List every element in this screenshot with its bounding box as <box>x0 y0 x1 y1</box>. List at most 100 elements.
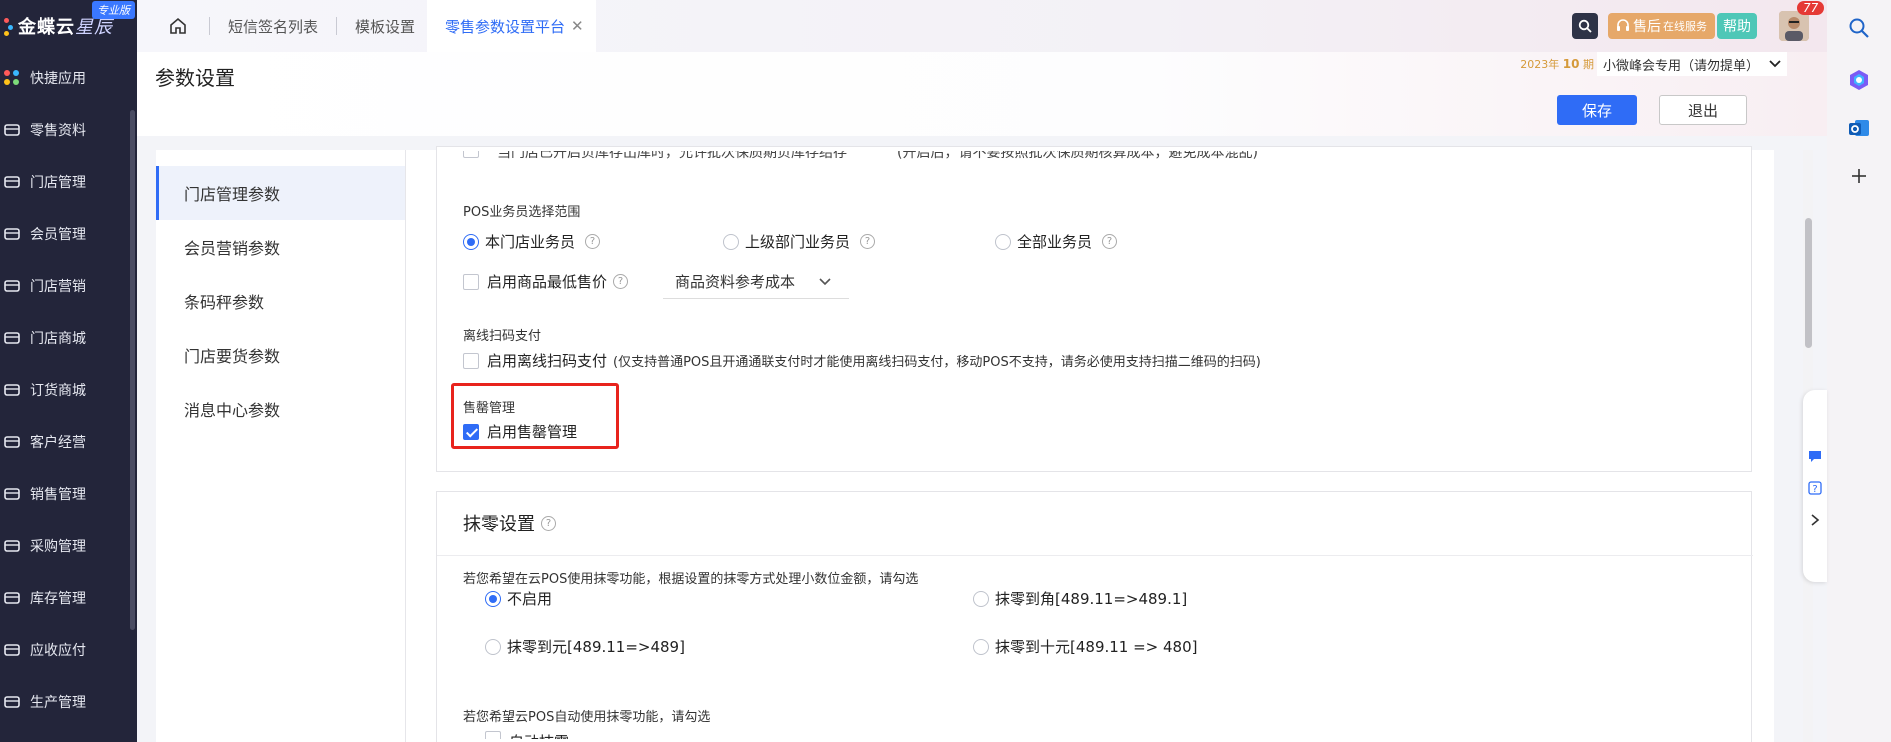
menu-member-marketing[interactable]: 会员营销参数 <box>156 220 405 274</box>
chat-tool[interactable] <box>1803 440 1827 472</box>
main-sidebar: 金蝶云星辰 专业版 快捷应用零售资料 门店管理会员管理门店营销门店商城订货商城客户… <box>0 0 137 742</box>
search-icon <box>1849 18 1869 38</box>
menu-barcode-scale[interactable]: 条码秤参数 <box>156 274 405 328</box>
tab-template-settings[interactable]: 模板设置 <box>351 0 419 52</box>
offline-pay-row: 启用离线扫码支付 (仅支持普通POS且开通通联支付时才能使用离线扫码支付，移动P… <box>463 350 1261 371</box>
basket-icon <box>2 120 22 140</box>
sidebar-item-label: 会员管理 <box>30 227 86 243</box>
offline-pay-checkbox[interactable] <box>463 352 479 369</box>
sidebar-item-1[interactable]: 零售资料 <box>0 104 137 156</box>
user-avatar[interactable] <box>1779 11 1809 41</box>
help-question-icon[interactable]: ? <box>585 234 601 249</box>
page-header: 参数设置 2023年 10 期 小微峰会专用（请勿提单） 保存 退出 <box>137 52 1827 136</box>
sidebar-item-5[interactable]: 门店商城 <box>0 312 137 364</box>
sidebar-item-2[interactable]: 门店管理 <box>0 156 137 208</box>
sidebar-item-3[interactable]: 会员管理 <box>0 208 137 260</box>
chevron-down-icon <box>819 277 831 285</box>
outlook-tool[interactable] <box>1827 104 1891 152</box>
auto-rounding-desc: 若您希望云POS自动使用抹零功能，请勾选 <box>463 710 711 725</box>
content-scrollbar-thumb[interactable] <box>1805 218 1812 348</box>
params-menu: 门店管理参数 会员营销参数 条码秤参数 门店要货参数 消息中心参数 <box>156 150 406 742</box>
save-button[interactable]: 保存 <box>1557 95 1637 125</box>
mall-icon <box>2 328 22 348</box>
radio-parent-dept[interactable]: 上级部门业务员 ? <box>723 231 995 252</box>
sidebar-item-label: 销售管理 <box>30 487 86 503</box>
radio-button[interactable] <box>973 590 989 607</box>
min-price-checkbox[interactable] <box>463 273 479 290</box>
radio-button[interactable] <box>463 233 479 250</box>
copilot-tool[interactable] <box>1827 56 1891 104</box>
help-tool[interactable]: ? <box>1803 472 1827 504</box>
help-question-icon[interactable]: ? <box>860 234 876 249</box>
radio-button[interactable] <box>485 590 501 607</box>
sidebar-item-11[interactable]: 应收应付 <box>0 624 137 676</box>
sidebar-item-9[interactable]: 采购管理 <box>0 520 137 572</box>
tab-label: 零售参数设置平台 <box>445 17 566 36</box>
marketing-icon <box>2 276 22 296</box>
rounding-option-yuan[interactable]: 抹零到元[489.11=>489] <box>485 636 685 657</box>
notification-badge[interactable]: 77 <box>1797 1 1825 15</box>
after-sales-service-button[interactable]: 售后 在线服务 <box>1608 13 1715 39</box>
add-tool[interactable] <box>1827 152 1891 200</box>
auto-rounding-row: 自动抹零 <box>485 731 569 739</box>
sidebar-scrollbar[interactable] <box>130 110 135 630</box>
radio-button[interactable] <box>995 233 1011 250</box>
menu-store-params[interactable]: 门店管理参数 <box>156 166 405 220</box>
radio-button[interactable] <box>485 638 501 655</box>
help-question-icon[interactable]: ? <box>1102 234 1118 249</box>
help-question-icon[interactable]: ? <box>541 515 556 531</box>
global-search-button[interactable] <box>1572 13 1598 39</box>
tab-retail-params[interactable]: 零售参数设置平台 ✕ <box>427 0 596 52</box>
brand-logo[interactable]: 金蝶云星辰 专业版 <box>0 0 137 52</box>
sidebar-item-label: 订货商城 <box>30 383 86 399</box>
tab-sms-signature[interactable]: 短信签名列表 <box>224 0 322 52</box>
sidebar-item-12[interactable]: 生产管理 <box>0 676 137 728</box>
sidebar-item-6[interactable]: 订货商城 <box>0 364 137 416</box>
auto-rounding-checkbox[interactable] <box>485 731 501 739</box>
help-button[interactable]: 帮助 <box>1717 13 1757 39</box>
home-button[interactable] <box>161 9 195 43</box>
order-mall-icon <box>2 380 22 400</box>
radio-current-store[interactable]: 本门店业务员 ? <box>463 231 723 252</box>
sidebar-item-0[interactable]: 快捷应用 <box>0 52 137 104</box>
rounding-desc: 若您希望在云POS使用抹零功能，根据设置的抹零方式处理小数位金额，请勾选 <box>463 572 919 587</box>
chevron-down-icon <box>1769 60 1781 68</box>
close-icon[interactable]: ✕ <box>571 17 584 35</box>
rounding-option-ten-yuan[interactable]: 抹零到十元[489.11 => 480] <box>973 636 1198 657</box>
truck-icon <box>2 536 22 556</box>
section-title: 抹零设置 ? <box>463 510 556 536</box>
sidebar-item-7[interactable]: 客户经营 <box>0 416 137 468</box>
sidebar-item-label: 门店商城 <box>30 331 86 347</box>
menu-store-requisition[interactable]: 门店要货参数 <box>156 328 405 382</box>
page-title: 参数设置 <box>155 66 235 90</box>
search-tool[interactable] <box>1827 0 1891 56</box>
store-params-section: 当门店已开启负库存出库时，允许批次保质期负库存结存 (开启后，请不要按照批次保质… <box>436 146 1752 472</box>
rounding-section: 抹零设置 ? 若您希望在云POS使用抹零功能，根据设置的抹零方式处理小数位金额，… <box>436 491 1753 742</box>
accounting-period[interactable]: 2023年 10 期 <box>1520 56 1594 72</box>
organization-select[interactable]: 小微峰会专用（请勿提单） <box>1596 52 1787 76</box>
negative-stock-checkbox[interactable] <box>463 151 479 158</box>
sales-chart-icon <box>2 484 22 504</box>
radio-button[interactable] <box>723 233 739 250</box>
sidebar-item-label: 快捷应用 <box>30 71 86 87</box>
sidebar-item-10[interactable]: 库存管理 <box>0 572 137 624</box>
exit-button[interactable]: 退出 <box>1659 95 1747 125</box>
radio-all-staff[interactable]: 全部业务员 ? <box>995 231 1118 252</box>
sidebar-item-label: 采购管理 <box>30 539 86 555</box>
radio-button[interactable] <box>973 638 989 655</box>
collapse-tool[interactable] <box>1803 504 1827 536</box>
min-price-basis-select[interactable]: 商品资料参考成本 <box>663 265 849 299</box>
sidebar-item-8[interactable]: 销售管理 <box>0 468 137 520</box>
help-question-icon[interactable]: ? <box>613 274 629 289</box>
sidebar-item-label: 门店营销 <box>30 279 86 295</box>
rounding-option-none[interactable]: 不启用 <box>485 588 552 609</box>
rounding-option-jiao[interactable]: 抹零到角[489.11=>489.1] <box>973 588 1187 609</box>
search-icon <box>1578 19 1592 33</box>
sidebar-item-4[interactable]: 门店营销 <box>0 260 137 312</box>
settings-card: 门店管理参数 会员营销参数 条码秤参数 门店要货参数 消息中心参数 当门店已开启… <box>156 146 1774 742</box>
menu-message-center[interactable]: 消息中心参数 <box>156 382 405 436</box>
offline-pay-label: 离线扫码支付 <box>463 329 542 344</box>
copilot-icon <box>1850 70 1868 90</box>
clipped-option-row: 当门店已开启负库存出库时，允许批次保质期负库存结存 (开启后，请不要按照批次保质… <box>463 151 1363 167</box>
sidebar-item-label: 客户经营 <box>30 435 86 451</box>
